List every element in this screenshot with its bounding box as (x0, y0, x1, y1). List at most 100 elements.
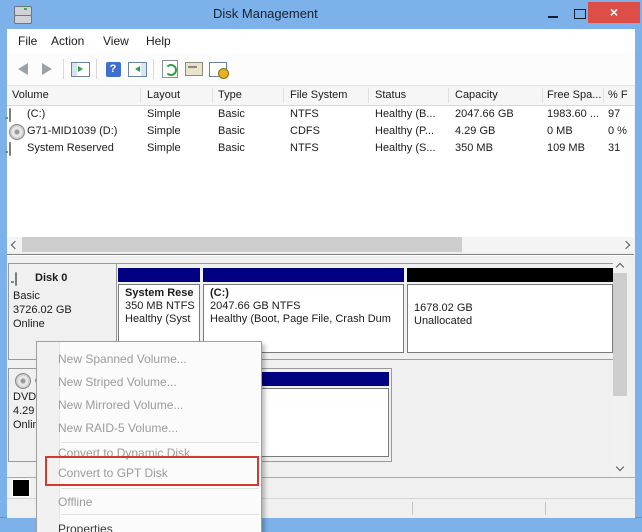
cell-volume: G71-MID1039 (D:) (27, 125, 118, 137)
column-header-type[interactable]: Type (218, 86, 242, 105)
cd-icon (9, 124, 25, 140)
cell-type: Basic (218, 108, 245, 120)
volume-row-system-reserved[interactable]: System Reserved Simple Basic NTFS Health… (7, 140, 634, 157)
vertical-scrollbar-thumb[interactable] (613, 273, 627, 396)
vertical-scrollbar[interactable] (613, 258, 627, 477)
toolbar: ? (7, 53, 635, 86)
column-header-pct-free[interactable]: % F (608, 86, 628, 105)
disk-management-window: Disk Management × File Action View Help … (0, 0, 642, 532)
rescan-disks-icon (185, 62, 203, 76)
menu-item-new-mirrored-volume[interactable]: New Mirrored Volume... (37, 394, 261, 416)
volume-row-c[interactable]: (C:) Simple Basic NTFS Healthy (B... 204… (7, 106, 634, 123)
menu-item-new-spanned-volume[interactable]: New Spanned Volume... (37, 348, 261, 370)
cell-status: Healthy (S... (375, 142, 436, 154)
cell-type: Basic (218, 125, 245, 137)
legend-unallocated-swatch (13, 480, 29, 496)
pane-splitter[interactable] (7, 254, 634, 256)
cell-file-system: NTFS (290, 142, 319, 154)
rescan-disks-button[interactable] (182, 57, 206, 81)
help-button[interactable]: ? (101, 57, 125, 81)
menu-help[interactable]: Help (140, 29, 177, 53)
back-button[interactable] (11, 57, 35, 81)
device-manager-button[interactable] (206, 57, 230, 81)
menu-item-properties[interactable]: Properties (37, 518, 261, 532)
cell-free-space: 0 MB (547, 125, 573, 137)
cell-volume: (C:) (27, 108, 46, 120)
column-header-file-system[interactable]: File System (290, 86, 347, 105)
scroll-up-arrow[interactable] (613, 258, 627, 272)
forward-icon (42, 63, 52, 75)
cell-file-system: CDFS (290, 125, 320, 137)
column-header-volume[interactable]: Volume (12, 86, 49, 105)
cd-icon (15, 373, 31, 389)
window-disk-icon (13, 4, 33, 25)
partition-title: System Rese (125, 287, 194, 299)
menu-view[interactable]: View (97, 29, 135, 53)
titlebar[interactable]: Disk Management × (0, 0, 642, 29)
partition-color-bar (203, 268, 404, 282)
volume-row-d[interactable]: G71-MID1039 (D:) Simple Basic CDFS Healt… (7, 123, 634, 140)
cdrom-type: DVD (13, 391, 37, 403)
cell-capacity: 2047.66 GB (455, 108, 514, 120)
volume-list-header: Volume Layout Type File System Status Ca… (7, 86, 634, 106)
cell-pct-free: 31 (608, 142, 621, 154)
cell-status: Healthy (B... (375, 108, 436, 120)
show-action-pane-button[interactable] (125, 57, 149, 81)
partition-size: 2047.66 GB NTFS (210, 300, 301, 312)
cell-volume: System Reserved (27, 142, 114, 154)
cell-free-space: 109 MB (547, 142, 585, 154)
close-button[interactable]: × (588, 2, 640, 23)
partition-title: (C:) (210, 287, 229, 299)
cell-layout: Simple (147, 125, 181, 137)
action-pane-icon (127, 61, 147, 77)
column-header-layout[interactable]: Layout (147, 86, 180, 105)
unallocated-color-bar (407, 268, 613, 282)
console-tree-icon (70, 61, 90, 77)
forward-button[interactable] (35, 57, 59, 81)
menu-action[interactable]: Action (45, 29, 90, 53)
toolbar-separator (96, 59, 97, 79)
drive-icon (9, 142, 11, 156)
partition-status: Healthy (Syst (125, 313, 191, 325)
partition-color-bar (118, 268, 200, 282)
horizontal-scrollbar[interactable] (7, 237, 634, 252)
refresh-button[interactable] (158, 57, 182, 81)
disk0-name: Disk 0 (35, 272, 68, 284)
column-header-free-space[interactable]: Free Spa... (547, 86, 601, 105)
menu-item-offline[interactable]: Offline (37, 491, 261, 513)
cell-type: Basic (218, 142, 245, 154)
partition-size: 350 MB NTFS (125, 300, 195, 312)
help-icon: ? (105, 61, 121, 77)
scroll-left-arrow[interactable] (7, 237, 20, 252)
toolbar-separator (153, 59, 154, 79)
back-icon (18, 63, 28, 75)
show-console-tree-button[interactable] (68, 57, 92, 81)
menu-separator (61, 442, 259, 443)
scroll-down-arrow[interactable] (613, 461, 627, 475)
cell-pct-free: 97 (608, 108, 621, 120)
disk-context-menu: New Spanned Volume... New Striped Volume… (36, 341, 262, 532)
maximize-button[interactable] (570, 5, 590, 23)
minimize-button[interactable] (543, 5, 563, 23)
cell-file-system: NTFS (290, 108, 319, 120)
menu-file[interactable]: File (12, 29, 43, 53)
toolbar-separator (63, 59, 64, 79)
cell-pct-free: 0 % (608, 125, 627, 137)
window-border-left (0, 29, 7, 532)
disk0-status: Online (13, 318, 45, 330)
partition-unallocated[interactable]: 1678.02 GB Unallocated (407, 268, 613, 353)
column-header-status[interactable]: Status (375, 86, 406, 105)
cell-layout: Simple (147, 142, 181, 154)
cell-layout: Simple (147, 108, 181, 120)
column-header-capacity[interactable]: Capacity (455, 86, 498, 105)
refresh-icon (162, 60, 178, 78)
menu-item-new-striped-volume[interactable]: New Striped Volume... (37, 371, 261, 393)
scroll-right-arrow[interactable] (621, 237, 634, 252)
partition-status: Unallocated (414, 315, 473, 327)
menu-item-new-raid5-volume[interactable]: New RAID-5 Volume... (37, 417, 261, 439)
disk0-size: 3726.02 GB (13, 304, 72, 316)
disk0-type: Basic (13, 290, 40, 302)
cell-capacity: 4.29 GB (455, 125, 496, 137)
horizontal-scrollbar-thumb[interactable] (22, 237, 462, 252)
menu-separator (61, 488, 259, 489)
